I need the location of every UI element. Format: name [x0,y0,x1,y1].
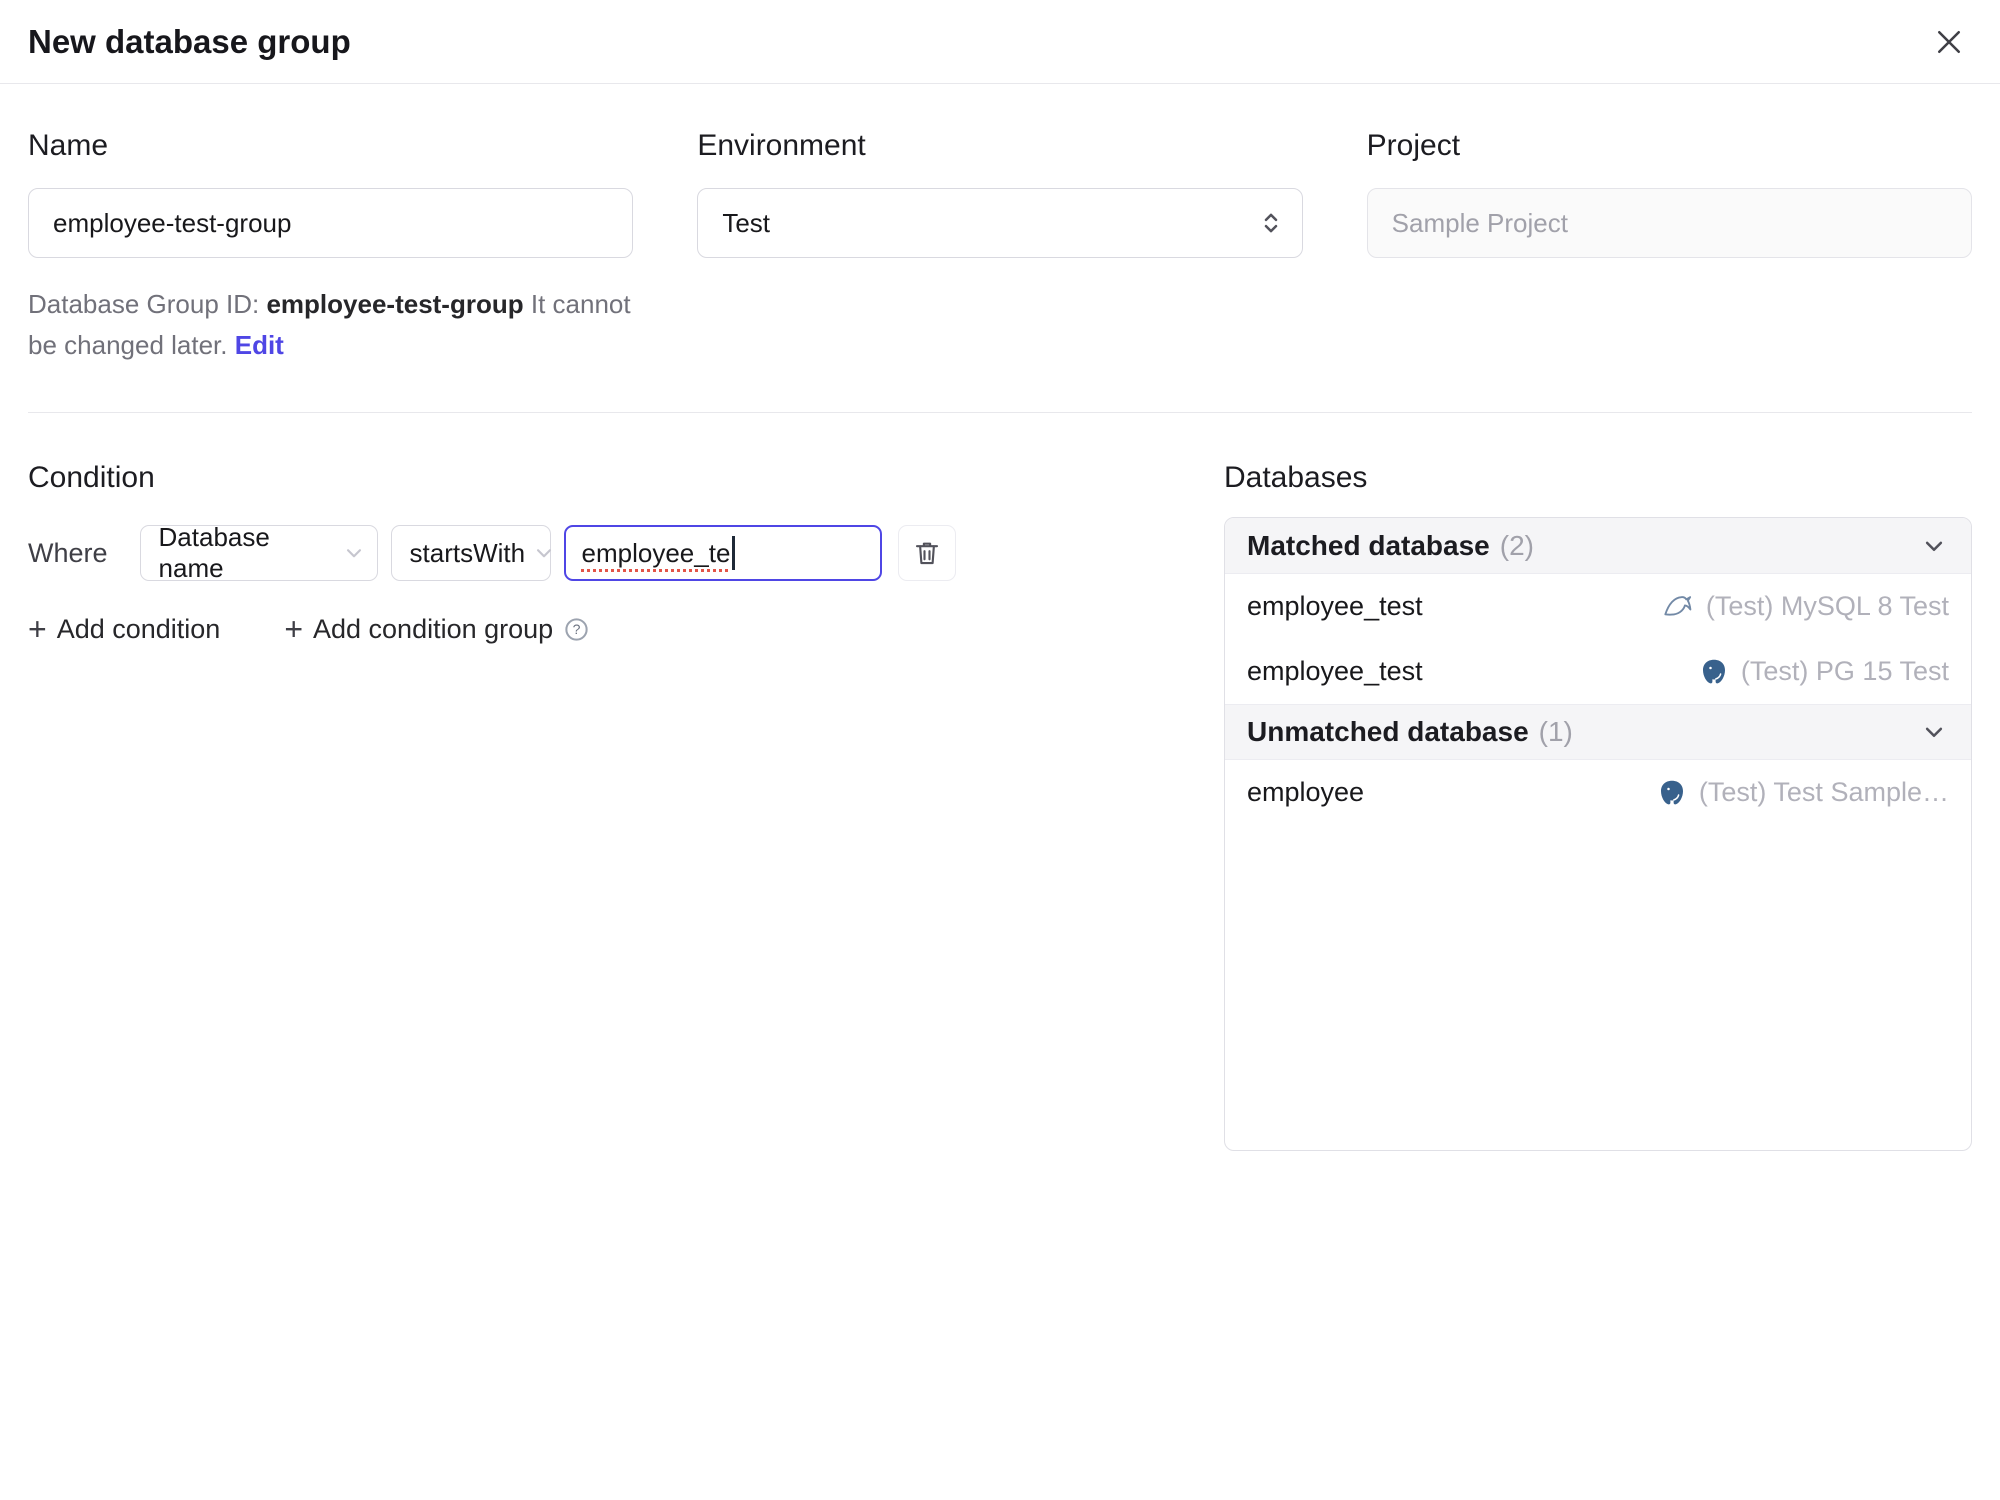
matched-database-title: Matched database [1247,529,1490,561]
edit-link[interactable]: Edit [235,330,284,360]
database-row: employee_test (Test) PG 15 Test [1225,639,1971,704]
condition-section: Condition Where Database name startsWith [28,459,1200,645]
dialog-header: New database group [0,0,2000,84]
databases-panel: Matched database (2) employee_test (Test… [1224,517,1972,1151]
database-name: employee [1247,777,1365,807]
database-name: employee_test [1247,656,1423,686]
plus-icon: + [284,611,303,647]
group-id-help: Database Group ID: employee-test-group I… [28,284,633,366]
environment-field: Environment Test [697,128,1303,366]
name-label: Name [28,129,109,162]
condition-value-input[interactable]: employee_te [563,525,882,581]
delete-condition-button[interactable] [897,525,956,581]
chevron-down-icon [531,540,557,566]
databases-section: Databases Matched database (2) employee_… [1224,459,1972,1151]
condition-field-select[interactable]: Database name [139,522,378,583]
postgresql-icon [1699,657,1729,687]
environment-select[interactable]: Test [697,188,1303,258]
plus-icon: + [28,611,47,647]
databases-heading: Databases [1224,461,1368,494]
chevron-down-icon [1919,531,1949,561]
section-divider [28,412,1972,413]
condition-field-value: Database name [158,522,270,583]
add-condition-button[interactable]: + Add condition [28,613,220,645]
chevron-down-icon [341,540,367,566]
condition-operator-value: startsWith [409,537,526,568]
group-id-value: employee-test-group [266,289,524,319]
project-field: Project [1366,128,1972,366]
mysql-icon [1662,591,1694,623]
add-condition-group-label: Add condition group [313,613,554,644]
matched-database-count: (2) [1499,529,1534,561]
condition-operator-select[interactable]: startsWith [390,525,552,581]
database-environment-label: (Test) Test Sample… [1698,777,1949,807]
group-id-help-prefix: Database Group ID: [28,289,260,319]
unmatched-database-header[interactable]: Unmatched database (1) [1225,704,1971,760]
database-environment-label: (Test) MySQL 8 Test [1705,591,1949,621]
add-condition-group-button[interactable]: + Add condition group ? [284,613,590,645]
trash-icon [912,538,942,568]
project-label: Project [1366,129,1461,162]
condition-value-text: employee_te [581,537,731,568]
svg-text:?: ? [573,621,581,637]
database-environment-label: (Test) PG 15 Test [1740,656,1949,686]
chevron-up-down-icon [1256,208,1286,238]
postgresql-icon [1657,778,1687,808]
name-input[interactable] [28,188,634,258]
condition-heading: Condition [28,461,155,494]
name-field: Name Database Group ID: employee-test-gr… [28,128,634,366]
database-row: employee (Test) Test Sample… [1225,760,1971,825]
new-database-group-dialog: New database group Name Database Group I… [0,0,2000,1151]
dialog-body: Name Database Group ID: employee-test-gr… [0,128,2000,1151]
environment-label: Environment [697,129,866,162]
database-row: employee_test (Test) MySQL 8 Test [1225,574,1971,639]
group-form: Name Database Group ID: employee-test-gr… [28,128,1972,366]
database-instance: (Test) Test Sample… [1657,777,1949,808]
dialog-title: New database group [28,22,351,60]
database-instance: (Test) MySQL 8 Test [1662,591,1949,623]
unmatched-database-count: (1) [1538,716,1573,747]
database-name: employee_test [1247,591,1423,621]
chevron-down-icon [1919,717,1949,747]
help-circle-icon: ? [563,616,590,643]
condition-actions: + Add condition + Add condition group ? [28,613,1200,645]
close-icon [1931,24,1967,60]
where-label: Where [28,537,108,568]
project-input[interactable] [1366,188,1972,258]
add-condition-label: Add condition [56,613,221,644]
condition-row: Where Database name startsWith employee_… [28,522,1200,583]
environment-selected-value: Test [722,207,771,238]
text-caret [732,536,735,570]
close-button[interactable] [1926,19,1972,65]
database-instance: (Test) PG 15 Test [1699,656,1949,687]
unmatched-database-title: Unmatched database [1247,716,1529,747]
matched-database-header[interactable]: Matched database (2) [1225,518,1971,574]
